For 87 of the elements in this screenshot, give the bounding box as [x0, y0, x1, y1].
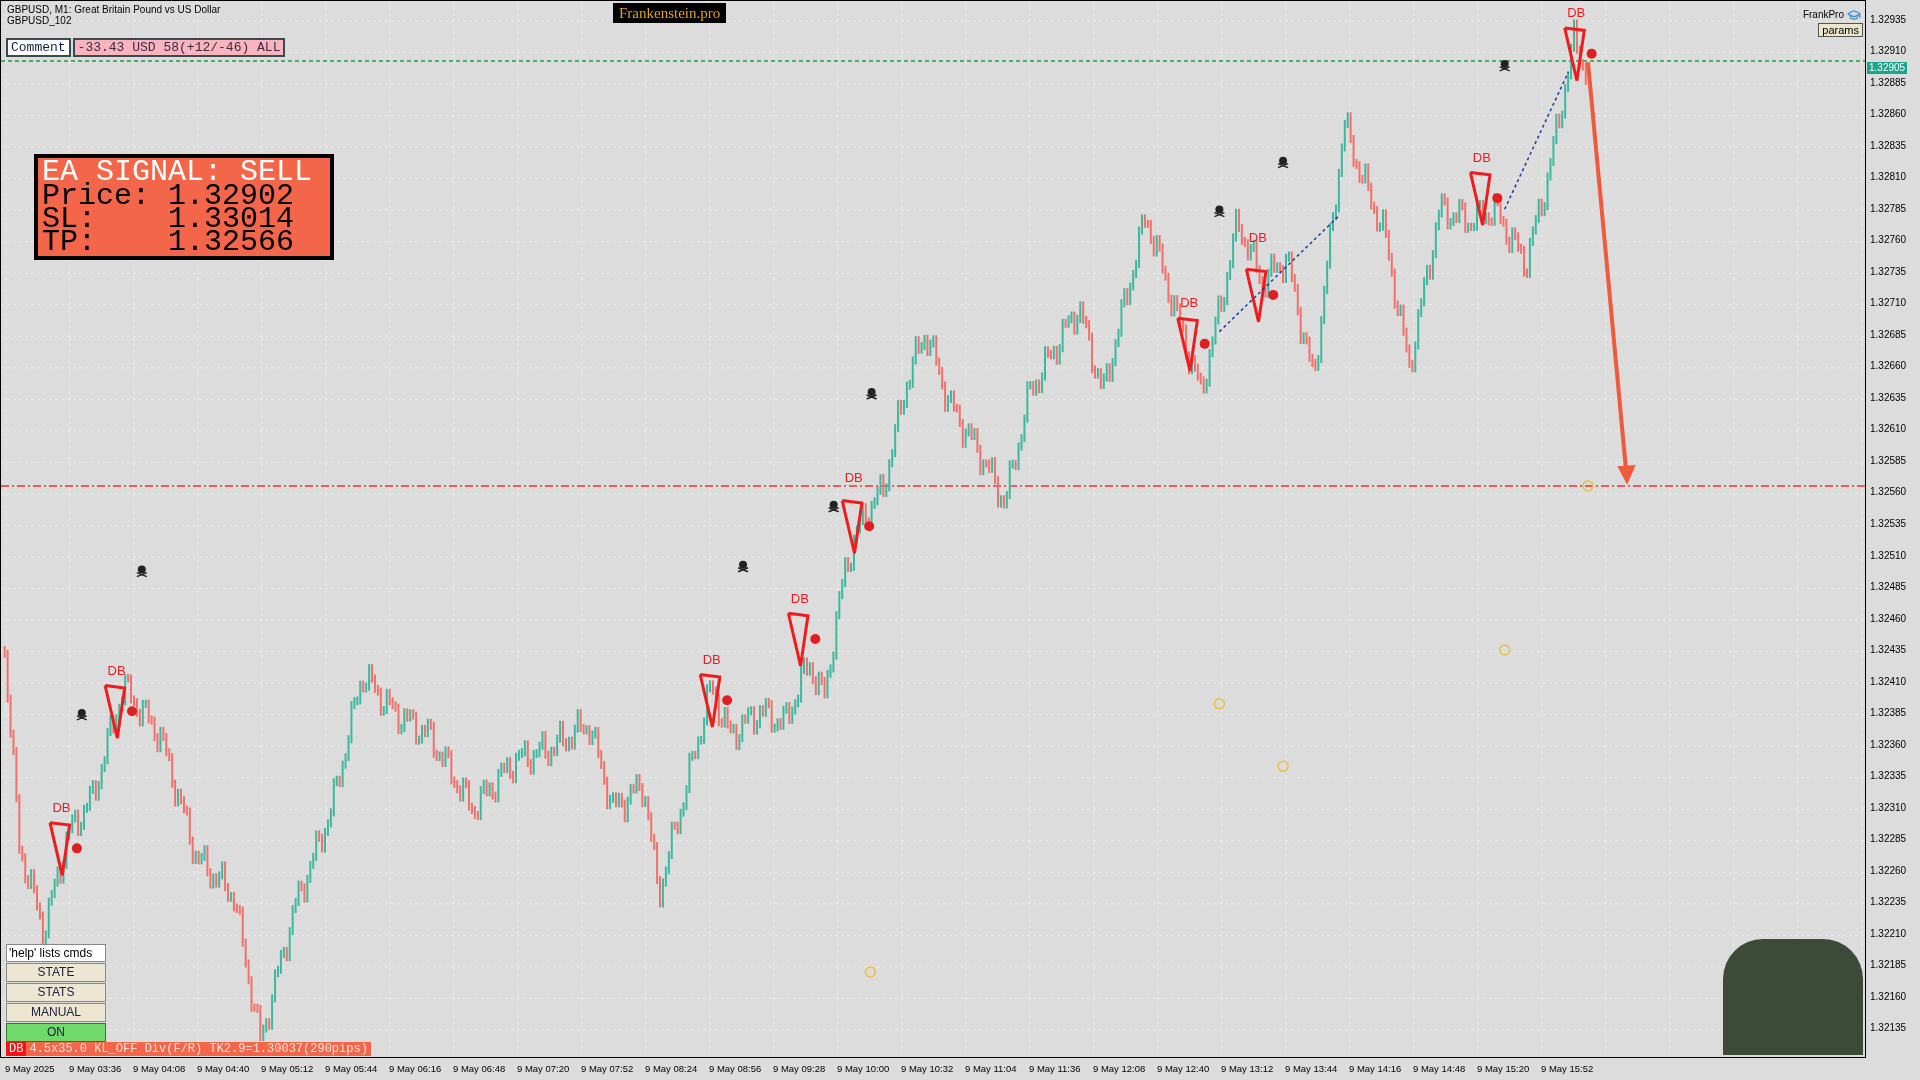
status-text: 4.5x35.0 KL_OFF Div(F/R) TK2.9=1.30037(290pips) [28, 1042, 369, 1056]
price-label: 1.32260 [1870, 864, 1907, 877]
time-label: 9 May 11:36 [1029, 1061, 1082, 1076]
brand-badge: Frankenstein.pro [613, 3, 727, 23]
time-label: 9 May 2025 [5, 1061, 56, 1076]
comment-value: -33.43 USD 58(+12/-46) ALL [72, 38, 286, 57]
time-label: 9 May 15:20 [1477, 1061, 1531, 1076]
price-label: 1.32560 [1870, 486, 1907, 499]
symbol-title: GBPUSD, M1: Great Britain Pound vs US Dollar [7, 4, 221, 16]
time-label: 9 May 10:32 [901, 1061, 955, 1076]
price-label: 1.32535 [1870, 518, 1907, 530]
pattern-label: DB [702, 652, 721, 666]
price-label: 1.32585 [1870, 454, 1907, 467]
price-label: 1.32460 [1870, 612, 1907, 625]
signal-row-label: TP: [42, 231, 97, 254]
time-label: 9 May 12:08 [1093, 1061, 1147, 1076]
price-label: 1.32335 [1870, 770, 1907, 783]
time-label: 9 May 08:56 [709, 1061, 763, 1076]
time-label: 9 May 15:52 [1541, 1061, 1595, 1076]
time-label: 9 May 13:44 [1285, 1061, 1339, 1076]
time-label: 9 May 14:16 [1349, 1061, 1403, 1076]
time-label: 9 May 06:48 [453, 1061, 507, 1076]
time-label: 9 May 06:16 [389, 1061, 443, 1076]
status-tag: DB [6, 1042, 27, 1056]
time-label: 9 May 14:48 [1413, 1061, 1467, 1076]
signal-row-value: 1.33014 [168, 208, 295, 231]
pattern-label: DB [52, 800, 71, 814]
price-label: 1.32235 [1870, 896, 1907, 909]
pattern-label: DB [1567, 6, 1586, 20]
price-label: 1.32185 [1870, 959, 1907, 972]
pattern-label: DB [107, 663, 126, 677]
command-button[interactable]: STATE [6, 963, 106, 982]
price-label: 1.32860 [1870, 108, 1907, 121]
command-button[interactable]: STATS [6, 983, 106, 1002]
price-label: 1.32510 [1870, 549, 1907, 562]
time-label: 9 May 04:08 [133, 1061, 187, 1076]
price-label: 1.32635 [1870, 391, 1907, 404]
price-label: 1.32735 [1870, 265, 1907, 278]
price-label: 1.32810 [1870, 171, 1907, 184]
indicator-name: FrankPro [1802, 8, 1844, 22]
time-label: 9 May 03:36 [69, 1061, 123, 1076]
price-label: 1.32835 [1870, 139, 1907, 152]
price-label: 1.32485 [1870, 581, 1907, 594]
pattern-label: DB [790, 591, 809, 605]
time-label: 9 May 07:20 [517, 1061, 571, 1076]
price-label: 1.32210 [1870, 927, 1907, 940]
signal-row-label: SL: [42, 208, 96, 231]
signal-row-value: 1.32902 [168, 185, 295, 208]
symbol-subtitle: GBPUSD_102 [7, 15, 72, 27]
price-label: 1.32610 [1870, 423, 1907, 436]
pattern-label: DB [1248, 231, 1267, 245]
price-label: 1.32385 [1870, 707, 1907, 720]
price-label: 1.32935 [1870, 13, 1907, 26]
pattern-label: DB [844, 470, 863, 484]
time-label: 9 May 07:52 [581, 1061, 635, 1076]
price-label: 1.32435 [1870, 644, 1907, 657]
price-label: 1.32685 [1870, 328, 1907, 341]
params-button[interactable]: params [1818, 23, 1863, 37]
help-hint: 'help' lists cmds [6, 944, 106, 962]
time-label: 9 May 04:40 [197, 1061, 251, 1076]
comment-label: Comment [6, 38, 71, 57]
price-label: 1.32410 [1870, 675, 1907, 688]
time-label: 9 May 05:12 [261, 1061, 315, 1076]
price-label: 1.32135 [1870, 1022, 1907, 1035]
price-label: 1.32310 [1870, 801, 1907, 814]
time-label: 9 May 08:24 [645, 1061, 699, 1076]
current-price-badge: 1.32905 [1867, 62, 1908, 74]
command-button[interactable]: ON [6, 1023, 106, 1042]
time-label: 9 May 10:00 [837, 1061, 891, 1076]
time-label: 9 May 12:40 [1157, 1061, 1211, 1076]
price-label: 1.32785 [1870, 202, 1907, 215]
price-label: 1.32360 [1870, 738, 1907, 751]
time-label: 9 May 13:12 [1221, 1061, 1275, 1076]
time-label: 9 May 05:44 [325, 1061, 379, 1076]
pattern-label: DB [1472, 150, 1491, 164]
command-button[interactable]: MANUAL [6, 1003, 106, 1022]
price-label: 1.32885 [1870, 76, 1907, 89]
price-label: 1.32160 [1870, 990, 1907, 1003]
time-label: 9 May 11:04 [965, 1061, 1018, 1076]
time-label: 9 May 09:28 [773, 1061, 827, 1076]
price-label: 1.32710 [1870, 297, 1907, 310]
pattern-label: DB [1180, 296, 1199, 310]
signal-row-value: 1.32566 [168, 231, 295, 254]
price-label: 1.32910 [1870, 45, 1907, 58]
price-label: 1.32660 [1870, 360, 1907, 373]
price-label: 1.32760 [1870, 234, 1907, 247]
price-label: 1.32285 [1870, 833, 1907, 846]
